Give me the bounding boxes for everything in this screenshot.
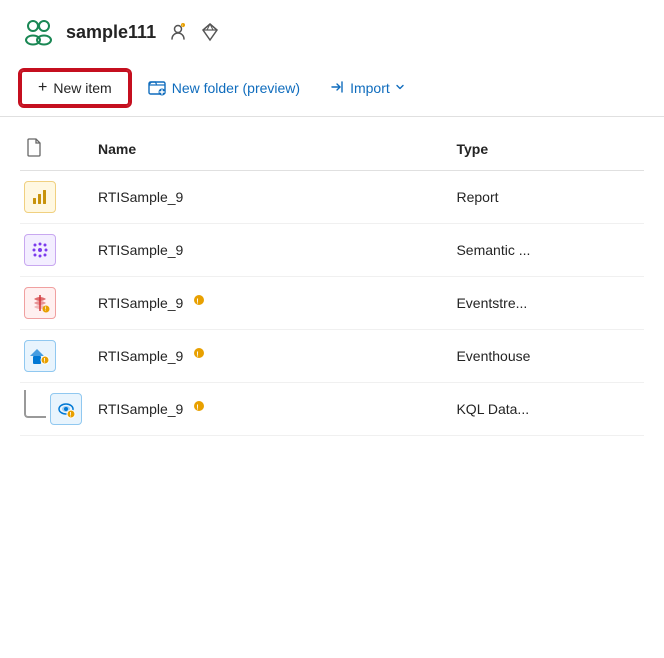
new-folder-icon [148,78,166,99]
col-header-icon [20,127,90,171]
workspace-title: sample111 [66,22,156,43]
items-table-container: Name Type [0,117,664,436]
item-name-cell: RTISample_9 [90,171,448,224]
item-name-cell: RTISample_9 ! [90,330,448,383]
warning-badge: ! [189,347,205,366]
import-chevron-icon [394,80,406,96]
item-name-cell: RTISample_9 [90,224,448,277]
item-icon-cell: ! [20,383,90,436]
item-icon-cell: ! [20,330,90,383]
plus-icon: + [38,79,47,97]
item-type-cell: KQL Data... [448,383,644,436]
svg-text:!: ! [197,404,199,411]
item-type-cell: Eventhouse [448,330,644,383]
new-folder-button[interactable]: New folder (preview) [134,71,314,106]
new-item-label: New item [53,80,111,96]
header: sample111 ! [0,0,664,60]
col-header-name: Name [90,127,448,171]
app-logo-icon [20,14,56,50]
toolbar: + New item New folder (preview) Import [0,60,664,116]
item-type-cell: Eventstre... [448,277,644,330]
col-header-type: Type [448,127,644,171]
svg-text:!: ! [182,24,183,28]
table-row[interactable]: ! RTISample_9 ! [20,330,644,383]
item-icon-cell [20,224,90,277]
table-row[interactable]: RTISample_9 Semantic ... [20,224,644,277]
import-icon [330,79,346,98]
table-row[interactable]: ! RTISample_9 ! [20,277,644,330]
svg-text:!: ! [70,413,72,419]
item-icon-cell: ! [20,277,90,330]
item-type-cell: Report [448,171,644,224]
table-row[interactable]: RTISample_9 Report [20,171,644,224]
new-folder-label: New folder (preview) [172,80,300,96]
table-row[interactable]: ! RTISample_9 ! [20,383,644,436]
svg-text:!: ! [44,359,46,365]
indent-line [24,390,46,418]
item-type-cell: Semantic ... [448,224,644,277]
svg-text:!: ! [197,351,199,358]
items-table: Name Type [20,127,644,436]
item-name-cell: RTISample_9 ! [90,277,448,330]
svg-text:!: ! [197,298,199,305]
import-button[interactable]: Import [318,72,418,105]
warning-badge: ! [189,400,205,419]
table-header-row: Name Type [20,127,644,171]
settings-person-icon[interactable]: ! [168,22,188,42]
new-item-button[interactable]: + New item [20,70,130,106]
item-name-cell: RTISample_9 ! [90,383,448,436]
import-label: Import [350,80,390,96]
diamond-icon[interactable] [200,22,220,42]
warning-badge: ! [189,294,205,313]
item-icon-cell [20,171,90,224]
